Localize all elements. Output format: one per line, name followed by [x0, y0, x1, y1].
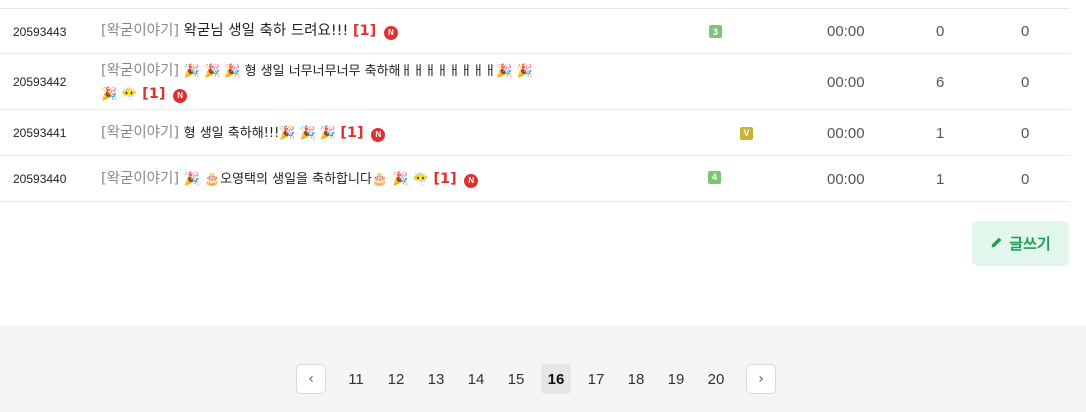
comment-count: [1] [142, 86, 166, 102]
pagination: ‹ 11 12 13 14 15 16 17 18 19 20 › [296, 363, 776, 395]
level-icon: 3 [709, 25, 722, 38]
page-link[interactable]: 17 [581, 364, 611, 394]
post-category: [왁굳이야기] [101, 63, 180, 79]
post-time: 00:00 [827, 124, 865, 142]
page-link[interactable]: 13 [421, 364, 451, 394]
post-title: 왁굳님 생일 축하 드려요!!! [183, 23, 349, 39]
new-badge: N [464, 174, 479, 188]
comment-count: [1] [352, 23, 377, 39]
post-title: 🎉 🎉 🎉 형 생일 너무너무너무 축하해ㅐㅐㅐㅐㅐㅐㅐㅐ🎉 🎉 [183, 64, 533, 79]
post-time: 00:00 [827, 73, 865, 91]
post-subject-link[interactable]: [왁굳이야기] 형 생일 축하해!!!🎉 🎉 🎉 [1] N [101, 122, 646, 145]
post-category: [왁굳이야기] [101, 171, 180, 187]
like-count: 0 [1021, 124, 1030, 142]
next-page-button[interactable]: › [746, 364, 776, 394]
new-badge: N [371, 128, 386, 142]
post-subject-link[interactable]: [왁굳이야기] 🎉 🎂오영택의 생일을 축하합니다🎂 🎉 😶‍🌫️ [1] N [101, 168, 646, 191]
post-number: 20593441 [13, 126, 67, 140]
comment-count: [1] [433, 171, 457, 187]
author[interactable]: 4 [708, 154, 721, 200]
post-number: 20593440 [13, 172, 67, 186]
post-number: 20593442 [13, 75, 67, 89]
hidden-author-area [652, 54, 722, 104]
page-link[interactable]: 15 [501, 364, 531, 394]
page-link[interactable]: 19 [661, 364, 691, 394]
like-count: 0 [1021, 73, 1030, 91]
page-link[interactable]: 11 [341, 364, 371, 394]
page-link[interactable]: 14 [461, 364, 491, 394]
post-title: 🎉 🎂오영택의 생일을 축하합니다🎂 🎉 😶‍🌫️ [183, 172, 429, 187]
post-time: 00:00 [827, 170, 865, 188]
post-category: [왁굳이야기] [101, 125, 180, 141]
write-button-label: 글쓰기 [1009, 235, 1051, 253]
comment-count: [1] [340, 125, 364, 141]
level-icon: 4 [708, 170, 721, 184]
chevron-left-icon: ‹ [308, 371, 314, 387]
post-subject-link[interactable]: [왁굳이야기] 🎉 🎉 🎉 형 생일 너무너무너무 축하해ㅐㅐㅐㅐㅐㅐㅐㅐ🎉 🎉… [101, 60, 646, 106]
table-row[interactable]: 20593443 [왁굳이야기] 왁굳님 생일 축하 드려요!!! [1] N … [0, 9, 1070, 54]
pencil-icon [990, 235, 1003, 253]
scrollbar-gutter [1070, 0, 1086, 325]
like-count: 0 [1021, 170, 1030, 188]
write-button[interactable]: 글쓰기 [972, 221, 1069, 266]
table-row[interactable]: 20593440 [왁굳이야기] 🎉 🎂오영택의 생일을 축하합니다🎂 🎉 😶‍… [0, 156, 1070, 202]
page-link[interactable]: 20 [701, 364, 731, 394]
page-link-current[interactable]: 16 [541, 364, 571, 394]
chevron-right-icon: › [758, 371, 764, 387]
post-list: 20593443 [왁굳이야기] 왁굳님 생일 축하 드려요!!! [1] N … [0, 0, 1070, 325]
prev-page-button[interactable]: ‹ [296, 364, 326, 394]
new-badge: N [173, 89, 188, 103]
page-link[interactable]: 12 [381, 364, 411, 394]
level-icon: V [740, 126, 753, 140]
post-number: 20593443 [13, 24, 67, 39]
post-subject-link[interactable]: [왁굳이야기] 왁굳님 생일 축하 드려요!!! [1] N [101, 20, 646, 42]
page-link[interactable]: 18 [621, 364, 651, 394]
view-count: 6 [936, 73, 945, 91]
post-time: 00:00 [827, 23, 865, 40]
view-count: 0 [936, 23, 945, 40]
like-count: 0 [1021, 23, 1030, 40]
table-row[interactable]: 20593441 [왁굳이야기] 형 생일 축하해!!!🎉 🎉 🎉 [1] N … [0, 110, 1070, 156]
table-row[interactable]: 20593442 [왁굳이야기] 🎉 🎉 🎉 형 생일 너무너무너무 축하해ㅐㅐ… [0, 54, 1070, 110]
view-count: 1 [936, 170, 945, 188]
post-title: 형 생일 축하해!!!🎉 🎉 🎉 [183, 126, 341, 141]
new-badge: N [383, 26, 398, 40]
author[interactable]: V [709, 110, 753, 156]
post-category: [왁굳이야기] [101, 23, 180, 39]
author[interactable]: 3 [709, 9, 722, 54]
post-title-continued: 🎉 😶‍🌫️ [101, 87, 138, 102]
view-count: 1 [936, 124, 945, 142]
